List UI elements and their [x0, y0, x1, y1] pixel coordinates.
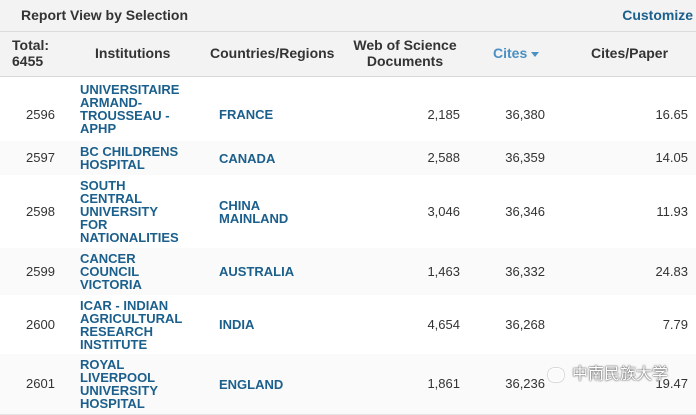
cites-cell: 36,380	[505, 107, 545, 122]
wos-documents-cell: 3,046	[427, 204, 460, 219]
cites-per-paper-cell: 24.83	[655, 264, 688, 279]
rank-cell: 2599	[26, 264, 55, 279]
institution-link[interactable]: UNIVERSITAIRE ARMAND- TROUSSEAU - APHP	[80, 83, 200, 135]
rank-cell: 2596	[26, 107, 55, 122]
institution-line: VICTORIA	[80, 277, 142, 292]
header-cites-per-paper[interactable]: Cites/Paper	[591, 45, 668, 61]
table-row: 2598 SOUTH CENTRAL UNIVERSITY FOR NATIONALITI…	[0, 175, 696, 249]
institution-link[interactable]: ROYAL LIVERPOOL UNIVERSITY HOSPITAL	[80, 358, 200, 410]
sort-desc-icon	[531, 51, 540, 57]
table-row: 2600 ICAR - INDIAN AGRICULTURAL RESEARCH INS…	[0, 295, 696, 355]
cites-per-paper-cell: 16.65	[655, 107, 688, 122]
header-cites[interactable]: Cites	[493, 45, 540, 61]
wos-documents-cell: 2,588	[427, 150, 460, 165]
country-link[interactable]: FRANCE	[219, 108, 339, 121]
total-value: 6455	[12, 53, 44, 69]
rank-cell: 2600	[26, 317, 55, 332]
rank-cell: 2598	[26, 204, 55, 219]
cites-per-paper-cell: 11.93	[656, 204, 688, 219]
wechat-icon	[548, 367, 564, 382]
country-line: CANADA	[219, 151, 276, 166]
wos-documents-cell: 1,463	[427, 264, 460, 279]
country-link[interactable]: AUSTRALIA	[219, 265, 339, 278]
institution-line: NATIONALITIES	[80, 230, 179, 245]
report-title: Report View by Selection	[21, 7, 189, 23]
institution-line: HOSPITAL	[80, 396, 145, 411]
header-wos-line2: Documents	[366, 53, 444, 69]
header-cites-label: Cites	[493, 45, 528, 61]
cites-per-paper-cell: 14.05	[655, 150, 688, 165]
cites-cell: 36,268	[505, 317, 545, 332]
wos-documents-cell: 4,654	[427, 317, 460, 332]
country-link[interactable]: CANADA	[219, 152, 339, 165]
customize-link[interactable]: Customize	[622, 7, 693, 23]
wos-documents-cell: 2,185	[427, 107, 460, 122]
header-institutions[interactable]: Institutions	[95, 45, 170, 61]
country-link[interactable]: INDIA	[219, 318, 339, 331]
report-topbar: Report View by Selection Customize	[0, 0, 696, 32]
country-line: AUSTRALIA	[219, 264, 295, 279]
header-total: Total: 6455	[12, 37, 49, 69]
wos-documents-cell: 1,861	[427, 376, 460, 391]
total-label: Total:	[12, 37, 50, 53]
header-wos-documents[interactable]: Web of Science Documents	[352, 37, 458, 69]
country-link[interactable]: CHINA MAINLAND	[219, 199, 339, 225]
institution-link[interactable]: SOUTH CENTRAL UNIVERSITY FOR NATIONALITIES	[80, 179, 200, 244]
cites-cell: 36,332	[505, 264, 545, 279]
cites-cell: 36,236	[505, 376, 545, 391]
institution-line: APHP	[80, 121, 117, 136]
institution-line: HOSPITAL	[80, 157, 145, 172]
cites-cell: 36,346	[505, 204, 545, 219]
country-link[interactable]: ENGLAND	[219, 378, 339, 391]
cites-per-paper-cell: 7.79	[662, 317, 688, 332]
country-line: MAINLAND	[219, 211, 289, 226]
table-row: 2597 BC CHILDRENS HOSPITAL CANADA 2,588 36,35…	[0, 141, 696, 176]
watermark-text: 中南民族大学	[572, 366, 669, 383]
institution-link[interactable]: CANCER COUNCIL VICTORIA	[80, 252, 200, 291]
table-row: 2596 UNIVERSITAIRE ARMAND- TROUSSEAU - APHP F…	[0, 83, 696, 142]
country-line: ENGLAND	[219, 377, 284, 392]
country-line: FRANCE	[219, 107, 274, 122]
cites-cell: 36,359	[505, 150, 545, 165]
institution-link[interactable]: ICAR - INDIAN AGRICULTURAL RESEARCH INSTITU…	[80, 299, 200, 351]
table-header: Total: 6455 Institutions Countries/Regio…	[0, 32, 696, 77]
institution-link[interactable]: BC CHILDRENS HOSPITAL	[80, 145, 200, 171]
rank-cell: 2601	[26, 376, 55, 391]
header-countries[interactable]: Countries/Regions	[210, 45, 334, 61]
rank-cell: 2597	[26, 150, 55, 165]
table-row: 2599 CANCER COUNCIL VICTORIA AUSTRALIA 1,463 3…	[0, 248, 696, 296]
watermark: 中南民族大学	[548, 360, 668, 384]
header-wos-line1: Web of Science	[353, 37, 457, 53]
institution-line: INSTITUTE	[80, 337, 148, 352]
country-line: INDIA	[219, 317, 255, 332]
